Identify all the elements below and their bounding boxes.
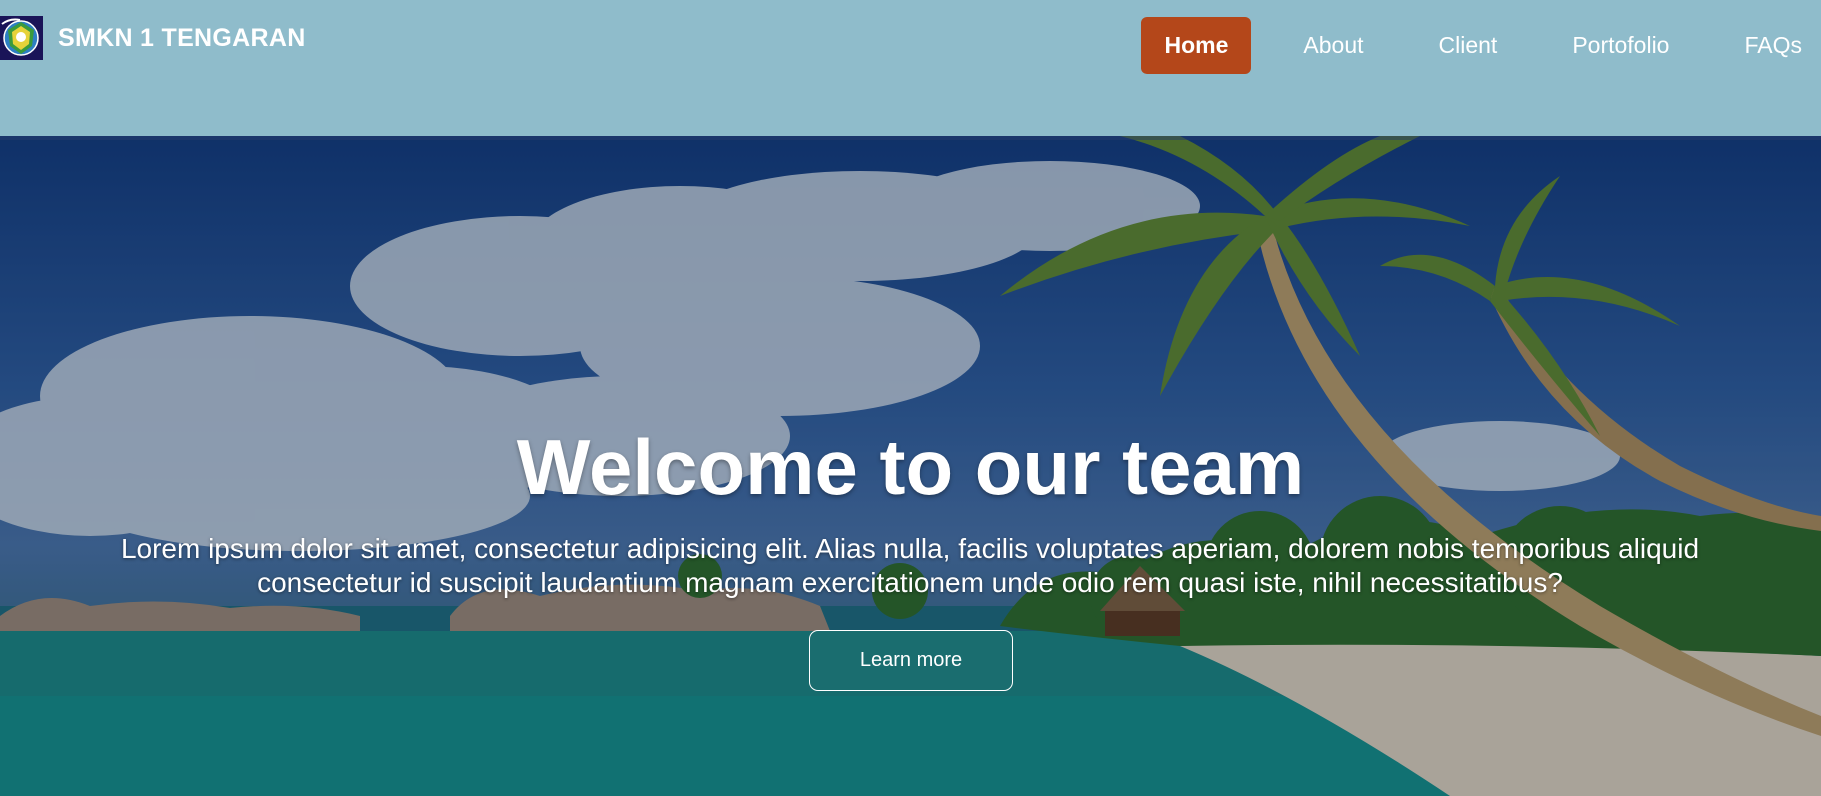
navbar: SMKN 1 TENGARAN Home About Client Portof… — [0, 0, 1821, 136]
hero-content: Welcome to our team Lorem ipsum dolor si… — [0, 136, 1821, 796]
brand[interactable]: SMKN 1 TENGARAN — [0, 16, 306, 60]
learn-more-button[interactable]: Learn more — [809, 630, 1013, 691]
nav-portofolio[interactable]: Portofolio — [1549, 17, 1692, 74]
brand-name[interactable]: SMKN 1 TENGARAN — [58, 24, 306, 53]
nav-client[interactable]: Client — [1416, 17, 1521, 74]
nav-home[interactable]: Home — [1141, 17, 1252, 74]
main-nav: Home About Client Portofolio FAQs — [1141, 17, 1821, 74]
hero-section: Welcome to our team Lorem ipsum dolor si… — [0, 136, 1821, 796]
hero-description: Lorem ipsum dolor sit amet, consectetur … — [120, 533, 1700, 598]
nav-faqs[interactable]: FAQs — [1721, 17, 1821, 74]
nav-about[interactable]: About — [1280, 17, 1386, 74]
hero-title: Welcome to our team — [516, 423, 1305, 511]
school-emblem-icon[interactable] — [0, 16, 43, 60]
